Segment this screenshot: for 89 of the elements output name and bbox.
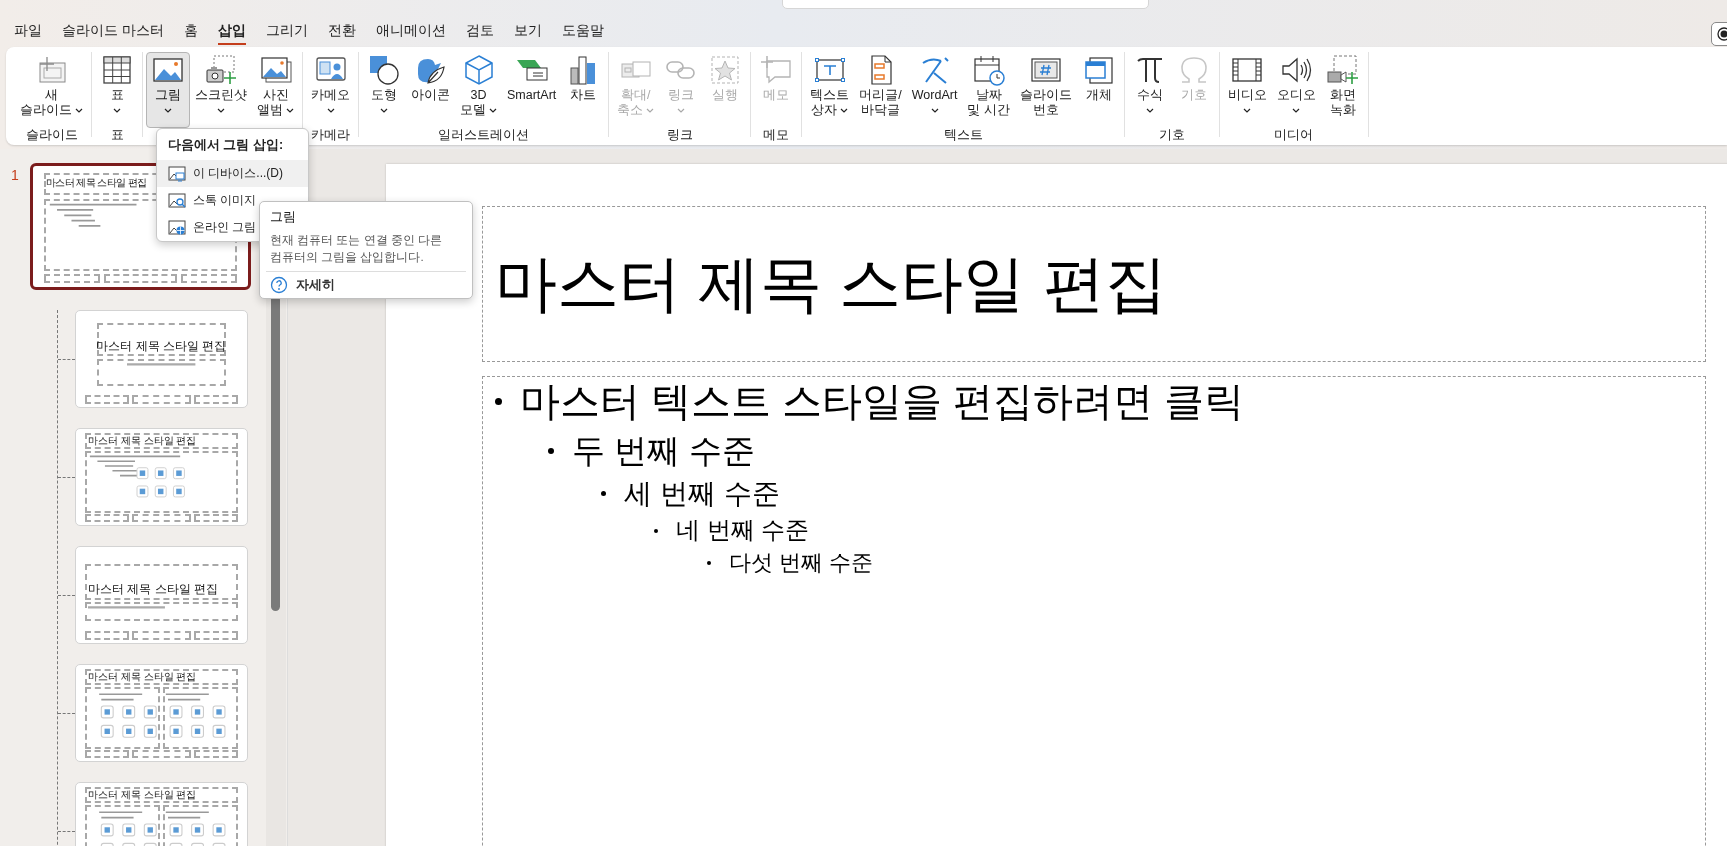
bullet-text: 두 번째 수준 [572, 431, 756, 471]
group-label: 카메라 [311, 128, 350, 143]
shapes-icon [367, 54, 401, 86]
bullet-icon [654, 528, 658, 533]
bullet-icon [601, 490, 606, 496]
menu-tab[interactable]: 보기 [504, 19, 551, 43]
ribbon-button[interactable]: 카메오 [306, 52, 355, 128]
thumbnail-title: 마스터 제목 스타일 편집 [45, 176, 147, 188]
placeholder-box [194, 631, 239, 641]
ribbon-button[interactable]: 도형 [362, 52, 406, 128]
calendar-icon [971, 54, 1006, 86]
ribbon-button[interactable]: 오디오 [1271, 52, 1321, 128]
placeholder-box [132, 395, 191, 405]
menu-tab[interactable]: 그리기 [256, 19, 317, 43]
group-label: 텍스트 [943, 128, 983, 143]
text-lines-drawing [127, 361, 196, 367]
placeholder-box [84, 631, 129, 641]
comment-icon [759, 54, 794, 86]
slide-thumbnail[interactable]: 마스터 제목 스타일 편집 [75, 428, 248, 526]
ribbon-button[interactable]: 3D 모델 [455, 52, 502, 128]
tooltip-description: 현재 컴퓨터 또는 연결 중인 다른 컴퓨터의 그림을 삽입합니다. [270, 233, 443, 265]
group-label: 슬라이드 [25, 128, 78, 143]
placeholder-box [194, 395, 239, 405]
ribbon-button[interactable]: 머리글/ 바닥글 [854, 52, 907, 128]
slide-thumbnail[interactable]: 마스터 제목 스타일 편집 [75, 782, 248, 846]
help-link[interactable]: 자세히 [270, 276, 335, 294]
slide-thumbnail[interactable]: 마스터 제목 스타일 편집 [75, 546, 248, 644]
menu-tab[interactable]: 전환 [318, 19, 365, 43]
group-label: 기호 [1158, 128, 1185, 143]
menu-header: 다음에서 그림 삽입: [167, 137, 285, 154]
thumbnail-title: 마스터 제목 스타일 편집 [87, 670, 197, 682]
title-placeholder[interactable]: 마스터 제목 스타일 편집 [482, 206, 1706, 362]
ribbon-button[interactable]: SmartArt [502, 52, 562, 128]
slide-title: 마스터 제목 스타일 편집 [495, 248, 1167, 320]
help-icon [270, 276, 288, 294]
ribbon-button[interactable]: 아이콘 [406, 52, 455, 128]
menu-item[interactable]: 이 디바이스...(D) [157, 160, 308, 187]
bullet-text: 다섯 번째 수준 [729, 550, 874, 577]
video-camera-icon [1325, 54, 1360, 86]
ribbon-button[interactable]: 스크린샷 [190, 52, 252, 128]
menu-tab[interactable]: 도움말 [552, 19, 613, 43]
camera-icon [204, 54, 238, 86]
menu-tab[interactable]: 파일 [5, 19, 51, 43]
bullet-icon [548, 447, 554, 454]
group-label: 일러스트레이션 [438, 128, 530, 143]
menu-tab[interactable]: 홈 [174, 19, 207, 43]
thumbnail-title: 마스터 제목 스타일 편집 [87, 434, 197, 446]
slide-thumbnail[interactable]: 마스터 제목 스타일 편집 [75, 310, 248, 408]
ribbon-button[interactable]: 비디오 [1222, 52, 1272, 128]
menu-tab[interactable]: 검토 [456, 19, 503, 43]
slide-thumbnail[interactable]: 마스터 제목 스타일 편집 [75, 664, 248, 762]
ribbon-button[interactable]: WordArt [906, 52, 963, 128]
thumbnail-title: 마스터 제목 스타일 편집 [95, 339, 228, 353]
group-label: 표 [110, 128, 124, 143]
ribbon-button[interactable]: 차트 [561, 52, 606, 128]
ribbon-button[interactable]: 개체 [1076, 52, 1121, 128]
thumbnail-title: 마스터 제목 스타일 편집 [87, 583, 218, 597]
photo-stack-icon [258, 54, 293, 86]
thumbnail-title: 마스터 제목 스타일 편집 [87, 788, 197, 800]
bullet-text: 마스터 텍스트 스타일을 편집하려면 클릭 [520, 378, 1245, 425]
bullet-icon [495, 397, 502, 405]
ribbon-button[interactable]: 화면 녹화 [1320, 52, 1365, 128]
picture-monitor-icon [168, 165, 186, 182]
menu-tab[interactable]: 슬라이드 마스터 [53, 19, 173, 43]
ribbon-button[interactable]: 새 슬라이드 [15, 52, 88, 128]
placeholder-box [84, 395, 129, 405]
ribbon-button[interactable]: 텍스트 상자 [805, 52, 855, 128]
body-placeholder[interactable]: 마스터 텍스트 스타일을 편집하려면 클릭 두 번째 수준 세 번째 수준 네 번째 수준 다섯 번째 수준 [482, 376, 1706, 846]
menu-tab[interactable]: 애니메이션 [366, 19, 455, 43]
bullet-icon [707, 561, 711, 566]
ribbon-button[interactable]: 그림 [146, 52, 190, 128]
tooltip-title: 그림 [270, 208, 297, 226]
menu-tab[interactable]: 삽입 [208, 19, 255, 43]
group-label: 미디어 [1274, 128, 1314, 143]
ribbon-button[interactable]: 슬라이드 번호 [1014, 52, 1077, 128]
record-icon [1717, 27, 1727, 41]
table-icon [100, 54, 134, 86]
picture-search-icon [168, 192, 186, 209]
bullet-text: 세 번째 수준 [624, 476, 780, 511]
ribbon-button[interactable]: 표 [95, 52, 139, 128]
bullet-text: 네 번째 수준 [676, 516, 810, 545]
group-label: 링크 [666, 128, 693, 143]
ribbon-button[interactable]: 사진 앨범 [252, 52, 299, 128]
ribbon-button[interactable]: 날짜 및 시간 [962, 52, 1015, 128]
group-label: 메모 [763, 128, 790, 143]
picture-globe-icon [168, 219, 186, 236]
slide-number: 1 [10, 167, 20, 183]
ribbon-button[interactable]: 수식 [1127, 52, 1172, 128]
placeholder-box [132, 631, 191, 641]
